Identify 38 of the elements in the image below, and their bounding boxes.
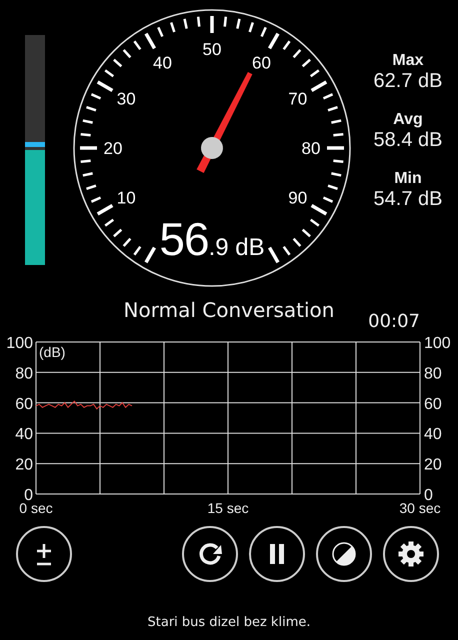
axis-label: 15 sec bbox=[207, 500, 249, 516]
theme-button[interactable] bbox=[316, 526, 372, 582]
axis-label: 60 bbox=[424, 396, 442, 413]
gauge-label: 10 bbox=[116, 188, 136, 208]
axis-label: 80 bbox=[15, 365, 33, 382]
stat-label: Avg bbox=[393, 111, 423, 129]
decibel-reading: 56.9 dB bbox=[158, 212, 266, 266]
settings-button[interactable] bbox=[383, 526, 439, 582]
stat-label: Min bbox=[394, 170, 422, 188]
gauge-label: 50 bbox=[202, 40, 222, 59]
axis-label: 80 bbox=[424, 365, 442, 382]
axis-label: 100 bbox=[6, 335, 33, 352]
gauge-label: 80 bbox=[302, 139, 320, 158]
pause-button[interactable] bbox=[249, 526, 305, 582]
reset-button[interactable] bbox=[182, 526, 238, 582]
gauge-label: 60 bbox=[252, 53, 271, 72]
axis-label: 40 bbox=[15, 426, 33, 444]
stat-value: 62.7 dB bbox=[374, 70, 442, 93]
axis-label: 20 bbox=[424, 456, 442, 474]
stat-value: 58.4 dB bbox=[374, 129, 442, 152]
axis-title: (dB) bbox=[39, 344, 66, 360]
calibrate-button[interactable] bbox=[16, 526, 72, 582]
timer: 00:07 bbox=[368, 311, 420, 332]
stat-label: Max bbox=[392, 52, 424, 70]
axis-label: 20 bbox=[15, 456, 33, 474]
gauge-label: 90 bbox=[288, 188, 308, 208]
axis-label: 60 bbox=[15, 396, 33, 413]
caption: Stari bus dizel bez klime. bbox=[146, 615, 312, 630]
noise-level-name: Normal Conversation bbox=[124, 298, 334, 322]
settings-icon bbox=[397, 540, 425, 568]
gauge-label: 20 bbox=[104, 139, 122, 158]
contrast-icon bbox=[330, 540, 358, 568]
gauge-label: 40 bbox=[153, 53, 172, 72]
axis-label: 40 bbox=[424, 426, 442, 444]
axis-label: 100 bbox=[424, 335, 451, 352]
stat-value: 54.7 dB bbox=[374, 188, 442, 211]
gauge-label: 30 bbox=[116, 90, 136, 108]
gauge-label: 70 bbox=[288, 90, 308, 108]
